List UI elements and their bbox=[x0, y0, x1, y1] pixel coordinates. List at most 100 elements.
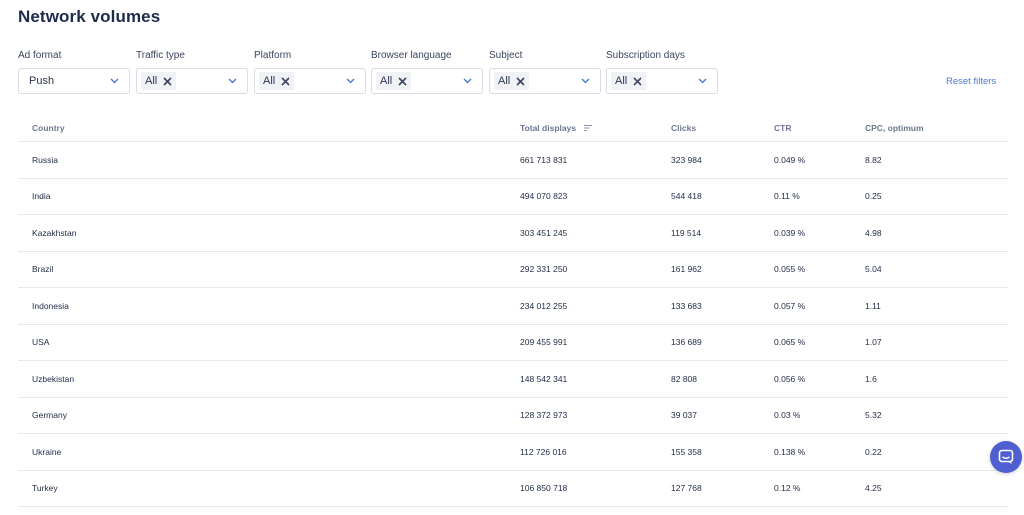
cell-cpc: 1.07 bbox=[865, 324, 1008, 361]
cell-total-displays: 106 850 718 bbox=[520, 470, 671, 507]
table-row: Germany 128 372 973 39 037 0.03 % 5.32 bbox=[18, 397, 1008, 434]
filter-platform: Platform All bbox=[254, 49, 368, 94]
chevron-down-icon[interactable] bbox=[463, 78, 472, 84]
table-row: Uzbekistan 148 542 341 82 808 0.056 % 1.… bbox=[18, 360, 1008, 398]
filter-subscription-days: Subscription days All bbox=[606, 49, 720, 94]
cell-total-displays: 128 372 973 bbox=[520, 397, 671, 434]
cell-clicks: 544 418 bbox=[671, 178, 774, 215]
cell-total-displays: 148 542 341 bbox=[520, 360, 671, 398]
cell-total-displays: 234 012 255 bbox=[520, 287, 671, 325]
cell-ctr: 0.055 % bbox=[774, 251, 865, 288]
cell-total-displays: 209 455 991 bbox=[520, 324, 671, 361]
cell-clicks: 323 984 bbox=[671, 141, 774, 179]
sort-icon[interactable] bbox=[584, 125, 593, 132]
chevron-down-icon[interactable] bbox=[110, 78, 119, 84]
cell-country: India bbox=[18, 178, 520, 215]
table-row: Kazakhstan 303 451 245 119 514 0.039 % 4… bbox=[18, 214, 1008, 252]
cell-cpc: 1.6 bbox=[865, 360, 1008, 398]
filter-ad-format: Ad format Push bbox=[18, 49, 132, 94]
cell-clicks: 155 358 bbox=[671, 433, 774, 471]
filter-label: Ad format bbox=[18, 50, 62, 61]
column-header-total-displays[interactable]: Total displays bbox=[520, 114, 671, 142]
filter-label: Subscription days bbox=[606, 50, 685, 61]
traffic-type-select[interactable]: All bbox=[136, 68, 248, 94]
filter-subject: Subject All bbox=[489, 49, 603, 94]
cell-ctr: 0.057 % bbox=[774, 287, 865, 325]
cell-country: USA bbox=[18, 324, 520, 361]
table-row: India 494 070 823 544 418 0.11 % 0.25 bbox=[18, 178, 1008, 215]
subscription-days-select[interactable]: All bbox=[606, 68, 718, 94]
chat-icon bbox=[998, 449, 1014, 464]
close-icon[interactable] bbox=[633, 76, 642, 86]
close-icon[interactable] bbox=[398, 76, 407, 86]
cell-ctr: 0.039 % bbox=[774, 214, 865, 252]
selected-chip: All bbox=[376, 72, 412, 90]
cell-clicks: 82 808 bbox=[671, 360, 774, 398]
cell-cpc: 5.04 bbox=[865, 251, 1008, 288]
close-icon[interactable] bbox=[163, 76, 172, 86]
platform-select[interactable]: All bbox=[254, 68, 366, 94]
filter-traffic-type: Traffic type All bbox=[136, 49, 250, 94]
cell-cpc: 0.22 bbox=[865, 433, 1008, 471]
selected-chip: All bbox=[141, 72, 177, 90]
cell-ctr: 0.11 % bbox=[774, 178, 865, 215]
cell-clicks: 133 683 bbox=[671, 287, 774, 325]
ad-format-select[interactable]: Push bbox=[18, 68, 130, 94]
cell-ctr: 0.056 % bbox=[774, 360, 865, 398]
cell-clicks: 161 962 bbox=[671, 251, 774, 288]
cell-clicks: 119 514 bbox=[671, 214, 774, 252]
selected-chip: All bbox=[494, 72, 530, 90]
cell-clicks: 39 037 bbox=[671, 397, 774, 434]
chip-label: All bbox=[498, 75, 511, 87]
filter-label: Browser language bbox=[371, 50, 452, 61]
column-header-cpc[interactable]: CPC, optimum bbox=[865, 114, 1008, 142]
chevron-down-icon[interactable] bbox=[698, 78, 707, 84]
subject-select[interactable]: All bbox=[489, 68, 601, 94]
select-value: Push bbox=[29, 75, 55, 87]
selected-chip: All bbox=[611, 72, 647, 90]
filter-label: Platform bbox=[254, 50, 292, 61]
table-row: Russia 661 713 831 323 984 0.049 % 8.82 bbox=[18, 141, 1008, 179]
cell-cpc: 0.25 bbox=[865, 178, 1008, 215]
column-header-ctr[interactable]: CTR bbox=[774, 114, 865, 142]
cell-total-displays: 494 070 823 bbox=[520, 178, 671, 215]
cell-country: Uzbekistan bbox=[18, 360, 520, 398]
reset-filters-link[interactable]: Reset filters bbox=[946, 76, 996, 87]
cell-clicks: 127 768 bbox=[671, 470, 774, 507]
cell-ctr: 0.138 % bbox=[774, 433, 865, 471]
column-header-label: Total displays bbox=[520, 122, 577, 133]
cell-country: Germany bbox=[18, 397, 520, 434]
cell-clicks: 136 689 bbox=[671, 324, 774, 361]
table-header-row: Country Total displays Clicks CTR CPC, o… bbox=[18, 114, 1008, 142]
selected-chip: All bbox=[259, 72, 295, 90]
browser-language-select[interactable]: All bbox=[371, 68, 483, 94]
chip-label: All bbox=[145, 75, 158, 87]
chevron-down-icon[interactable] bbox=[581, 78, 590, 84]
cell-country: Brazil bbox=[18, 251, 520, 288]
cell-country: Ukraine bbox=[18, 433, 520, 471]
cell-ctr: 0.065 % bbox=[774, 324, 865, 361]
cell-cpc: 8.82 bbox=[865, 141, 1008, 179]
table-row: Brazil 292 331 250 161 962 0.055 % 5.04 bbox=[18, 251, 1008, 288]
cell-total-displays: 112 726 016 bbox=[520, 433, 671, 471]
chip-label: All bbox=[615, 75, 628, 87]
column-header-clicks[interactable]: Clicks bbox=[671, 114, 774, 142]
chevron-down-icon[interactable] bbox=[346, 78, 355, 84]
table-row: USA 209 455 991 136 689 0.065 % 1.07 bbox=[18, 324, 1008, 361]
cell-cpc: 4.25 bbox=[865, 470, 1008, 507]
chip-label: All bbox=[380, 75, 393, 87]
cell-cpc: 5.32 bbox=[865, 397, 1008, 434]
filter-label: Subject bbox=[489, 50, 523, 61]
column-header-country[interactable]: Country bbox=[18, 114, 520, 142]
cell-country: Kazakhstan bbox=[18, 214, 520, 252]
close-icon[interactable] bbox=[516, 76, 525, 86]
close-icon[interactable] bbox=[281, 76, 290, 86]
table-row: Indonesia 234 012 255 133 683 0.057 % 1.… bbox=[18, 287, 1008, 325]
chat-button[interactable] bbox=[990, 441, 1022, 473]
cell-ctr: 0.12 % bbox=[774, 470, 865, 507]
cell-total-displays: 292 331 250 bbox=[520, 251, 671, 288]
table-row: Ukraine 112 726 016 155 358 0.138 % 0.22 bbox=[18, 433, 1008, 471]
cell-country: Turkey bbox=[18, 470, 520, 507]
cell-country: Russia bbox=[18, 141, 520, 179]
chevron-down-icon[interactable] bbox=[228, 78, 237, 84]
